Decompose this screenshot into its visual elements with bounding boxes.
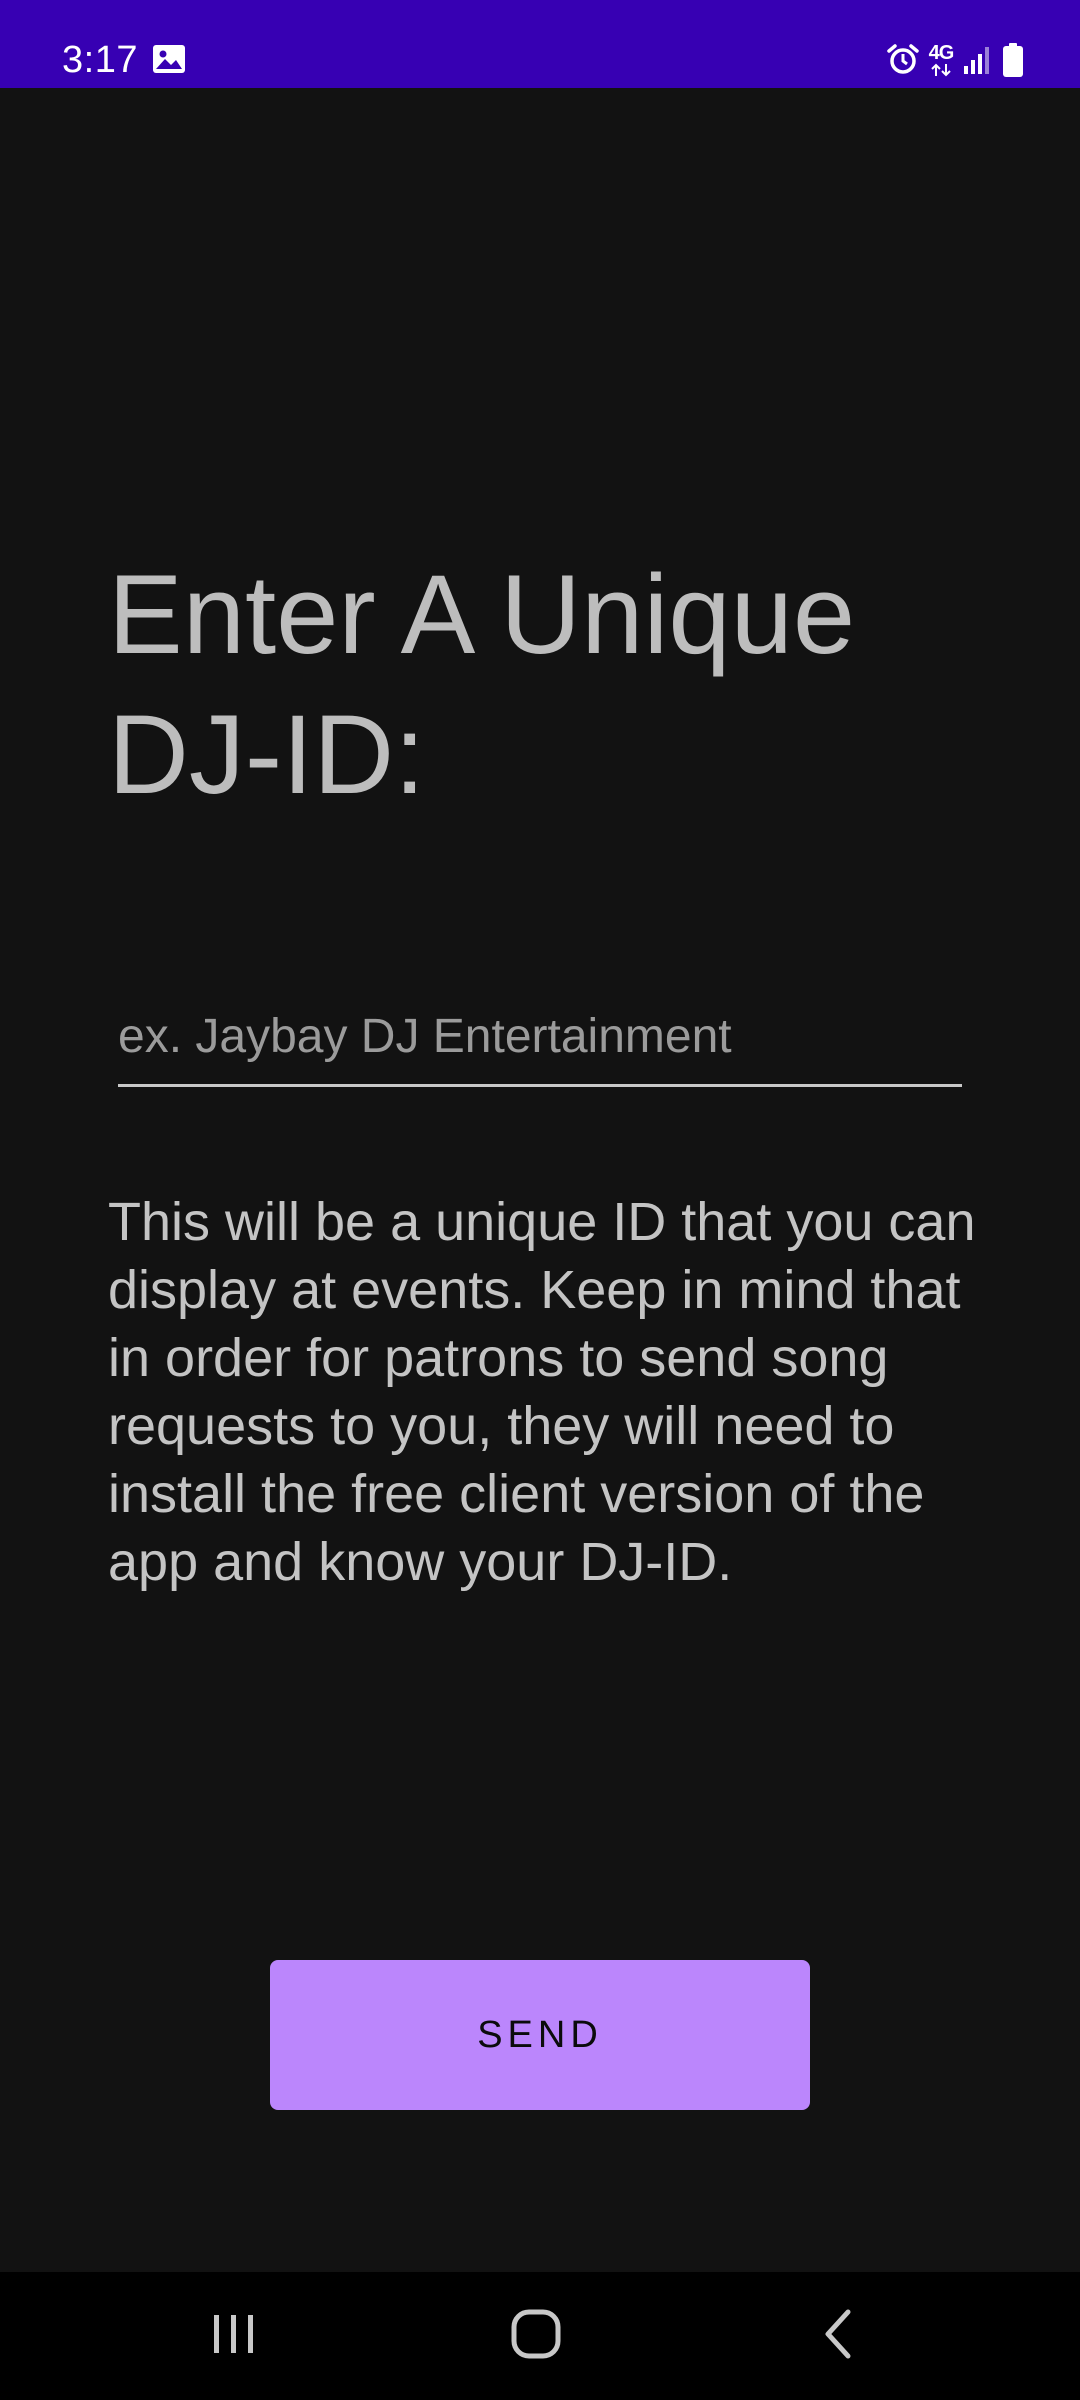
- home-button[interactable]: [476, 2290, 596, 2382]
- battery-icon: [1002, 42, 1024, 78]
- navigation-bar: [0, 2272, 1080, 2400]
- network-label: 4G: [928, 42, 955, 64]
- home-icon: [509, 2307, 563, 2366]
- back-icon: [818, 2307, 858, 2366]
- alarm-icon: [886, 43, 920, 77]
- screen: 3:17 4G Enter A Unique DJ-ID: ex. Jaybay…: [0, 0, 1080, 2400]
- send-button[interactable]: SEND: [270, 1960, 810, 2110]
- status-bar: 3:17 4G: [0, 0, 1080, 88]
- dj-id-field-container: [118, 996, 962, 1087]
- info-text: This will be a unique ID that you can di…: [108, 1192, 976, 1592]
- page-title: Enter A Unique DJ-ID:: [108, 552, 856, 817]
- back-button[interactable]: [778, 2290, 898, 2382]
- status-time: 3:17: [62, 39, 138, 81]
- recent-apps-icon: [209, 2311, 259, 2362]
- signal-icon: [962, 44, 994, 76]
- dj-id-input[interactable]: [118, 996, 962, 1076]
- status-icons: 4G: [886, 40, 1024, 80]
- gallery-icon: [152, 44, 186, 74]
- network-4g-icon: 4G: [928, 43, 954, 77]
- recent-apps-button[interactable]: [174, 2290, 294, 2382]
